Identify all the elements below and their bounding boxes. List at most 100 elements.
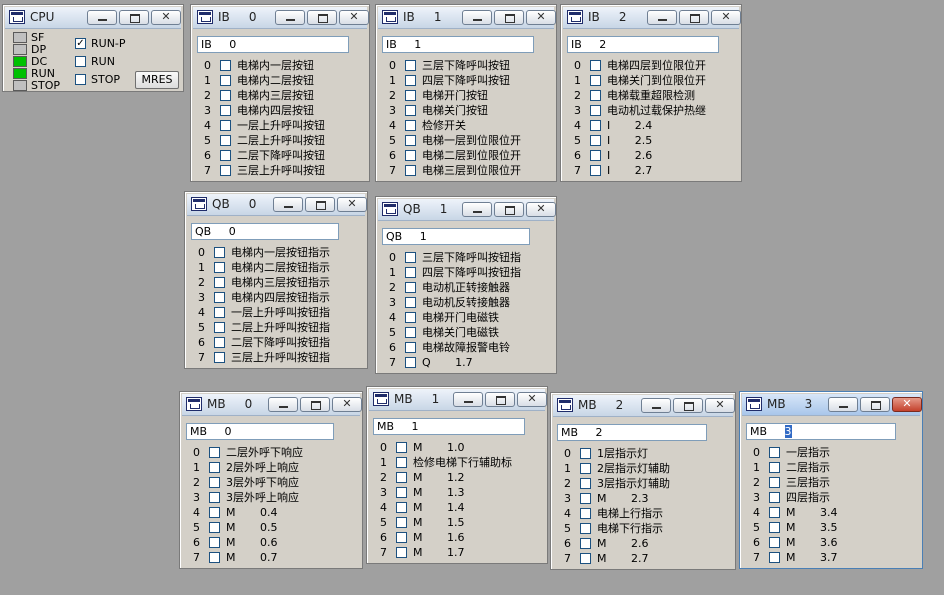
maximize-button[interactable]	[679, 10, 709, 25]
bit-checkbox[interactable]	[769, 462, 780, 473]
mode-checkbox-run[interactable]	[75, 56, 86, 67]
bit-checkbox[interactable]	[220, 105, 231, 116]
window-titlebar[interactable]: MB 3 ✕	[742, 394, 922, 416]
minimize-button[interactable]	[641, 398, 671, 413]
bit-checkbox[interactable]	[396, 547, 407, 558]
maximize-button[interactable]	[300, 397, 330, 412]
close-button[interactable]: ✕	[517, 392, 547, 407]
mode-checkbox-stop[interactable]	[75, 74, 86, 85]
bit-checkbox[interactable]	[769, 477, 780, 488]
close-button[interactable]: ✕	[705, 398, 735, 413]
cpu-titlebar[interactable]: CPU ✕	[5, 7, 181, 29]
bit-checkbox[interactable]	[405, 282, 416, 293]
bit-checkbox[interactable]	[580, 538, 591, 549]
window-titlebar[interactable]: QB 1 ✕	[378, 199, 556, 221]
window-titlebar[interactable]: MB 0 ✕	[182, 394, 362, 416]
bit-checkbox[interactable]	[209, 447, 220, 458]
bit-checkbox[interactable]	[209, 537, 220, 548]
bit-checkbox[interactable]	[590, 105, 601, 116]
bit-checkbox[interactable]	[405, 135, 416, 146]
bit-checkbox[interactable]	[396, 502, 407, 513]
window-titlebar[interactable]: MB 1 ✕	[369, 389, 547, 411]
bit-checkbox[interactable]	[405, 150, 416, 161]
address-input[interactable]: MB 2	[557, 424, 707, 441]
bit-checkbox[interactable]	[214, 307, 225, 318]
bit-checkbox[interactable]	[214, 247, 225, 258]
window-titlebar[interactable]: MB 2 ✕	[553, 395, 735, 417]
close-button[interactable]: ✕	[337, 197, 367, 212]
bit-checkbox[interactable]	[769, 537, 780, 548]
bit-checkbox[interactable]	[580, 523, 591, 534]
bit-checkbox[interactable]	[220, 90, 231, 101]
bit-checkbox[interactable]	[220, 150, 231, 161]
bit-checkbox[interactable]	[580, 463, 591, 474]
maximize-button[interactable]	[119, 10, 149, 25]
window-titlebar[interactable]: IB 2 ✕	[563, 7, 741, 29]
maximize-button[interactable]	[305, 197, 335, 212]
bit-checkbox[interactable]	[220, 135, 231, 146]
address-input[interactable]: MB 0	[186, 423, 334, 440]
bit-checkbox[interactable]	[769, 552, 780, 563]
bit-checkbox[interactable]	[209, 522, 220, 533]
minimize-button[interactable]	[275, 10, 305, 25]
bit-checkbox[interactable]	[220, 120, 231, 131]
bit-checkbox[interactable]	[769, 507, 780, 518]
bit-checkbox[interactable]	[405, 105, 416, 116]
bit-checkbox[interactable]	[590, 75, 601, 86]
bit-checkbox[interactable]	[580, 448, 591, 459]
minimize-button[interactable]	[462, 10, 492, 25]
bit-checkbox[interactable]	[590, 90, 601, 101]
bit-checkbox[interactable]	[405, 165, 416, 176]
close-button[interactable]: ✕	[526, 202, 556, 217]
close-button[interactable]: ✕	[332, 397, 362, 412]
bit-checkbox[interactable]	[209, 462, 220, 473]
bit-checkbox[interactable]	[405, 342, 416, 353]
address-input[interactable]: QB 1	[382, 228, 530, 245]
bit-checkbox[interactable]	[214, 322, 225, 333]
bit-checkbox[interactable]	[405, 357, 416, 368]
bit-checkbox[interactable]	[209, 552, 220, 563]
address-input[interactable]: MB 3	[746, 423, 896, 440]
bit-checkbox[interactable]	[769, 492, 780, 503]
bit-checkbox[interactable]	[405, 252, 416, 263]
minimize-button[interactable]	[453, 392, 483, 407]
bit-checkbox[interactable]	[396, 532, 407, 543]
bit-checkbox[interactable]	[590, 135, 601, 146]
bit-checkbox[interactable]	[396, 457, 407, 468]
maximize-button[interactable]	[307, 10, 337, 25]
bit-checkbox[interactable]	[214, 292, 225, 303]
bit-checkbox[interactable]	[209, 507, 220, 518]
bit-checkbox[interactable]	[220, 165, 231, 176]
address-input[interactable]: IB 1	[382, 36, 534, 53]
minimize-button[interactable]	[647, 10, 677, 25]
mode-checkbox-run-p[interactable]: ✓	[75, 38, 86, 49]
bit-checkbox[interactable]	[405, 120, 416, 131]
bit-checkbox[interactable]	[214, 262, 225, 273]
bit-checkbox[interactable]	[769, 447, 780, 458]
bit-checkbox[interactable]	[580, 508, 591, 519]
close-button[interactable]: ✕	[892, 397, 922, 412]
minimize-button[interactable]	[87, 10, 117, 25]
bit-checkbox[interactable]	[405, 90, 416, 101]
bit-checkbox[interactable]	[396, 487, 407, 498]
bit-checkbox[interactable]	[405, 297, 416, 308]
bit-checkbox[interactable]	[214, 352, 225, 363]
bit-checkbox[interactable]	[209, 492, 220, 503]
close-button[interactable]: ✕	[151, 10, 181, 25]
address-input[interactable]: IB 0	[197, 36, 349, 53]
bit-checkbox[interactable]	[396, 472, 407, 483]
address-input[interactable]: QB 0	[191, 223, 339, 240]
window-titlebar[interactable]: IB 1 ✕	[378, 7, 556, 29]
bit-checkbox[interactable]	[590, 150, 601, 161]
bit-checkbox[interactable]	[209, 477, 220, 488]
close-button[interactable]: ✕	[339, 10, 369, 25]
close-button[interactable]: ✕	[711, 10, 741, 25]
bit-checkbox[interactable]	[580, 493, 591, 504]
window-titlebar[interactable]: IB 0 ✕	[193, 7, 369, 29]
maximize-button[interactable]	[494, 202, 524, 217]
address-input[interactable]: MB 1	[373, 418, 525, 435]
bit-checkbox[interactable]	[405, 75, 416, 86]
maximize-button[interactable]	[494, 10, 524, 25]
bit-checkbox[interactable]	[405, 267, 416, 278]
minimize-button[interactable]	[268, 397, 298, 412]
